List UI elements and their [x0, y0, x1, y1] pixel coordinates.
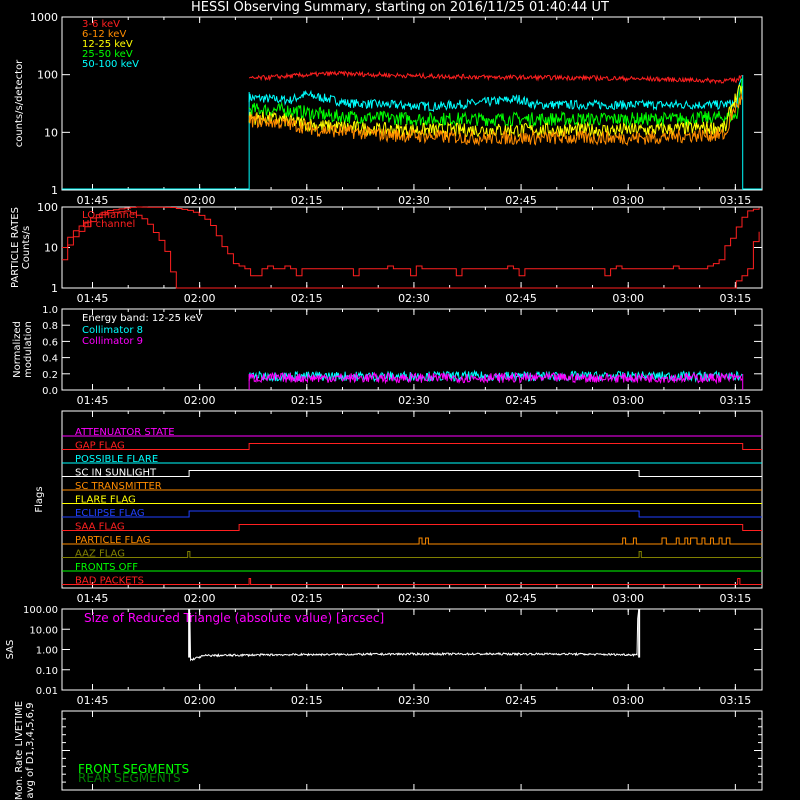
lightcurve-panel-xtick-label: 03:00: [612, 194, 644, 207]
lightcurve-ylabel: counts/s/detector: [14, 59, 25, 147]
modulation-legend-entry: Collimator 9: [82, 336, 143, 347]
modulation-legend-entry: Collimator 8: [82, 325, 143, 336]
series-line-50-100-keV: [248, 78, 743, 113]
modulation-ylabel-2: modulation: [23, 321, 34, 378]
flag-line: [62, 470, 762, 477]
lightcurve-ytick-label: 100: [37, 69, 58, 82]
particle-panel-xtick-label: 03:00: [612, 292, 644, 305]
livetime-legend-entry: REAR SEGMENTS: [78, 771, 181, 785]
particle-line-0: [62, 206, 760, 277]
particle-ylabel: PARTICLE RATES: [10, 207, 21, 288]
modulation-ytick-label: 1.0: [42, 305, 58, 316]
flags-panel-xtick-label: 03:15: [720, 592, 752, 605]
particle-panel-xtick-label: 02:30: [398, 292, 430, 305]
sas-panel-xtick-label: 01:45: [77, 694, 109, 707]
modulation-annotation: Energy band: 12-25 keV: [82, 313, 203, 324]
modulation-panel-xtick-label: 01:45: [77, 394, 109, 407]
livetime-ylabel: Mon. Rate LIVETIME: [14, 701, 25, 800]
flags-panel-xtick-label: 02:15: [291, 592, 323, 605]
flags-ylabel: Flags: [34, 486, 45, 512]
lightcurve-ytick-label: 1: [51, 184, 58, 197]
particle-ylabel-units: Counts/s: [21, 226, 32, 270]
modulation-panel-xtick-label: 02:00: [184, 394, 216, 407]
lightcurve-ytick-label: 10: [44, 126, 58, 139]
lightcurve-panel-xtick-label: 03:15: [720, 194, 752, 207]
particle-panel-xtick-label: 03:15: [720, 292, 752, 305]
modulation-ytick-label: 0.8: [42, 321, 58, 332]
series-line-3-6-keV: [248, 70, 743, 85]
particle-panel-xtick-label: 02:15: [291, 292, 323, 305]
modulation-ytick-label: 0.2: [42, 370, 58, 381]
flags-panel-xtick-label: 02:00: [184, 592, 216, 605]
particle-ytick-label: 100: [37, 201, 58, 214]
flag-line: [62, 510, 762, 518]
flag-line: [62, 578, 762, 585]
modulation-line-1: [248, 371, 743, 385]
flag-line: [62, 551, 762, 558]
particle-ytick-label: 10: [44, 242, 58, 255]
sas-ylabel: SAS: [5, 640, 16, 660]
sas-ytick-label: 1.00: [36, 646, 58, 657]
particle-line-1: [62, 210, 760, 289]
modulation-ylabel: Normalized: [12, 321, 23, 378]
particle-ytick-label: 1: [51, 282, 58, 295]
sas-ytick-label: 0.10: [36, 666, 58, 677]
lightcurve-panel-xtick-label: 02:15: [291, 194, 323, 207]
flags-panel-xtick-label: 02:45: [505, 592, 537, 605]
sas-panel-xtick-label: 02:15: [291, 694, 323, 707]
flags-panel-xtick-label: 03:00: [612, 592, 644, 605]
sas-panel-xtick-label: 03:15: [720, 694, 752, 707]
sas-panel-xtick-label: 02:30: [398, 694, 430, 707]
modulation-panel-xtick-label: 03:00: [612, 394, 644, 407]
sas-panel-xtick-label: 03:00: [612, 694, 644, 707]
lightcurve-panel-xtick-label: 01:45: [77, 194, 109, 207]
particle-panel-xtick-label: 02:00: [184, 292, 216, 305]
sas-panel-xtick-label: 02:00: [184, 694, 216, 707]
sas-annotation: Size of Reduced Triangle (absolute value…: [84, 611, 384, 625]
modulation-ytick-label: 0.4: [42, 354, 58, 365]
lightcurve-panel-xtick-label: 02:30: [398, 194, 430, 207]
modulation-panel-xtick-label: 02:45: [505, 394, 537, 407]
sas-ytick-label: 10.00: [29, 625, 58, 636]
flags-panel-xtick-label: 01:45: [77, 592, 109, 605]
modulation-ytick-label: 0.0: [42, 386, 58, 397]
modulation-panel-xtick-label: 02:30: [398, 394, 430, 407]
modulation-panel-xtick-label: 03:15: [720, 394, 752, 407]
flag-line: [62, 524, 762, 531]
flag-line: [62, 537, 762, 545]
modulation-ytick-label: 0.6: [42, 337, 58, 348]
particle-panel-xtick-label: 01:45: [77, 292, 109, 305]
sas-ytick-label: 0.01: [36, 686, 58, 697]
sas-panel-xtick-label: 02:45: [505, 694, 537, 707]
flag-line: [62, 443, 762, 450]
legend-entry: 50-100 keV: [82, 59, 139, 70]
particle-panel-xtick-label: 02:45: [505, 292, 537, 305]
livetime-ylabel-2: avg of D1,3,4,5,6,9: [25, 702, 36, 798]
lightcurve-panel-xtick-label: 02:00: [184, 194, 216, 207]
modulation-panel-xtick-label: 02:15: [291, 394, 323, 407]
flags-panel-xtick-label: 02:30: [398, 592, 430, 605]
lightcurve-ytick-label: 1000: [30, 11, 58, 24]
lightcurve-panel-xtick-label: 02:45: [505, 194, 537, 207]
summary-plot: 01:45 02:00 02:15 02:30 02:45 03:00 03:1511010…: [5, 11, 763, 800]
sas-ytick-label: 100.00: [23, 605, 58, 616]
particle-legend-entry: HI channel: [82, 219, 135, 230]
